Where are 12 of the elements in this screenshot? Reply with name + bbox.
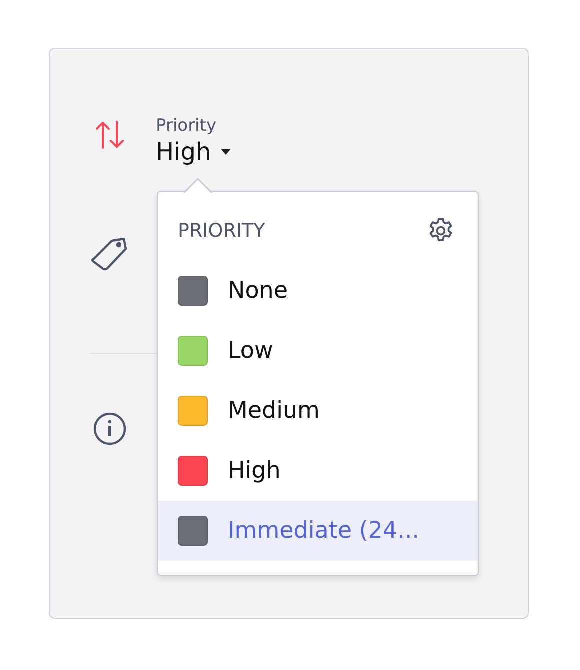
priority-option[interactable]: None bbox=[158, 261, 478, 321]
tag-icon bbox=[90, 235, 130, 273]
sort-arrows-icon bbox=[94, 119, 126, 151]
caret-icon bbox=[221, 149, 232, 155]
priority-option[interactable]: Immediate (24... bbox=[158, 501, 478, 561]
priority-dropdown[interactable]: High bbox=[156, 137, 232, 167]
priority-option[interactable]: Medium bbox=[158, 381, 478, 441]
menu-title: PRIORITY bbox=[178, 220, 266, 242]
info-icon bbox=[93, 412, 127, 446]
field-label: Priority bbox=[156, 115, 218, 137]
priority-option[interactable]: Low bbox=[158, 321, 478, 381]
priority-option[interactable]: High bbox=[158, 441, 478, 501]
